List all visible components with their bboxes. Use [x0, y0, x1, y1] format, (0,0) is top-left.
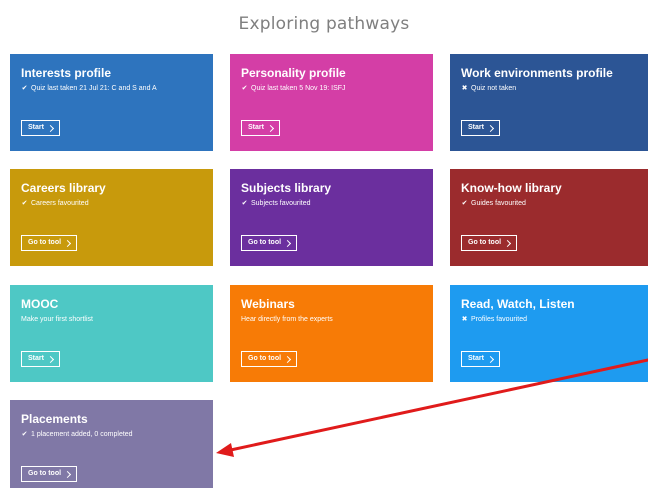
interests-start-button[interactable]: Start: [21, 120, 60, 136]
tile-status: ✔ Quiz last taken 21 Jul 21: C and S and…: [21, 84, 203, 93]
check-icon: ✔: [21, 200, 28, 207]
button-label: Go to tool: [248, 239, 282, 246]
placements-go-to-tool-button[interactable]: Go to tool: [21, 466, 78, 482]
chevron-right-icon: [266, 124, 274, 132]
button-label: Start: [468, 355, 484, 362]
check-icon: ✔: [461, 200, 468, 207]
check-icon: ✔: [241, 200, 248, 207]
tile-status-text: Make your first shortlist: [21, 316, 93, 323]
tile-status: ✖ Profiles favourited: [461, 315, 643, 324]
cross-icon: ✖: [461, 316, 468, 323]
button-label: Start: [28, 124, 44, 131]
read-watch-listen-start-button[interactable]: Start: [461, 351, 500, 367]
tile-status: Make your first shortlist: [21, 315, 203, 324]
mooc-start-button[interactable]: Start: [21, 351, 60, 367]
chevron-right-icon: [46, 355, 54, 363]
tile-status: ✔ Guides favourited: [461, 199, 643, 208]
tile-status: ✖ Quiz not taken: [461, 84, 643, 93]
tile-status: ✔ Quiz last taken 5 Nov 19: ISFJ: [241, 84, 423, 93]
know-how-go-to-tool-button[interactable]: Go to tool: [461, 235, 518, 251]
arrow-head: [216, 443, 234, 457]
tile-personality-profile: Personality profile ✔ Quiz last taken 5 …: [230, 54, 433, 151]
chevron-right-icon: [46, 124, 54, 132]
tile-title: Read, Watch, Listen: [461, 297, 575, 311]
tile-status-text: Quiz not taken: [471, 85, 517, 92]
chevron-right-icon: [486, 355, 494, 363]
tile-status-text: 1 placement added, 0 completed: [31, 431, 133, 438]
tile-know-how-library: Know-how library ✔ Guides favourited Go …: [450, 169, 648, 266]
tile-title: Interests profile: [21, 66, 112, 80]
tile-status: Hear directly from the experts: [241, 315, 423, 324]
button-label: Go to tool: [28, 239, 62, 246]
tile-interests-profile: Interests profile ✔ Quiz last taken 21 J…: [10, 54, 213, 151]
tile-status-text: Subjects favourited: [251, 200, 311, 207]
tile-status-text: Hear directly from the experts: [241, 316, 333, 323]
button-label: Go to tool: [248, 355, 282, 362]
tile-title: Placements: [21, 412, 88, 426]
chevron-right-icon: [284, 239, 292, 247]
chevron-right-icon: [284, 355, 292, 363]
tile-status-text: Profiles favourited: [471, 316, 528, 323]
tile-status: ✔ Careers favourited: [21, 199, 203, 208]
tile-title: Careers library: [21, 181, 106, 195]
tile-status-text: Quiz last taken 5 Nov 19: ISFJ: [251, 85, 346, 92]
button-label: Go to tool: [28, 470, 62, 477]
tile-careers-library: Careers library ✔ Careers favourited Go …: [10, 169, 213, 266]
subjects-go-to-tool-button[interactable]: Go to tool: [241, 235, 298, 251]
cross-icon: ✖: [461, 85, 468, 92]
tile-placements: Placements ✔ 1 placement added, 0 comple…: [10, 400, 213, 488]
check-icon: ✔: [21, 431, 28, 438]
tile-status-text: Guides favourited: [471, 200, 526, 207]
webinars-go-to-tool-button[interactable]: Go to tool: [241, 351, 298, 367]
button-label: Start: [248, 124, 264, 131]
tile-status: ✔ Subjects favourited: [241, 199, 423, 208]
work-environments-start-button[interactable]: Start: [461, 120, 500, 136]
tile-mooc: MOOC Make your first shortlist Start: [10, 285, 213, 382]
chevron-right-icon: [64, 239, 72, 247]
tile-status-text: Careers favourited: [31, 200, 89, 207]
tile-subjects-library: Subjects library ✔ Subjects favourited G…: [230, 169, 433, 266]
tile-status-text: Quiz last taken 21 Jul 21: C and S and A: [31, 85, 157, 92]
page-title: Exploring pathways: [238, 14, 410, 34]
personality-start-button[interactable]: Start: [241, 120, 280, 136]
tile-webinars: Webinars Hear directly from the experts …: [230, 285, 433, 382]
chevron-right-icon: [64, 470, 72, 478]
tile-status: ✔ 1 placement added, 0 completed: [21, 430, 203, 439]
button-label: Go to tool: [468, 239, 502, 246]
button-label: Start: [468, 124, 484, 131]
check-icon: ✔: [21, 85, 28, 92]
tile-title: Personality profile: [241, 66, 346, 80]
tile-title: Subjects library: [241, 181, 332, 195]
careers-go-to-tool-button[interactable]: Go to tool: [21, 235, 78, 251]
tile-title: Work environments profile: [461, 66, 613, 80]
tile-work-environments-profile: Work environments profile ✖ Quiz not tak…: [450, 54, 648, 151]
tile-read-watch-listen: Read, Watch, Listen ✖ Profiles favourite…: [450, 285, 648, 382]
chevron-right-icon: [504, 239, 512, 247]
button-label: Start: [28, 355, 44, 362]
tile-title: MOOC: [21, 297, 59, 311]
tile-title: Know-how library: [461, 181, 562, 195]
check-icon: ✔: [241, 85, 248, 92]
tile-title: Webinars: [241, 297, 295, 311]
chevron-right-icon: [486, 124, 494, 132]
